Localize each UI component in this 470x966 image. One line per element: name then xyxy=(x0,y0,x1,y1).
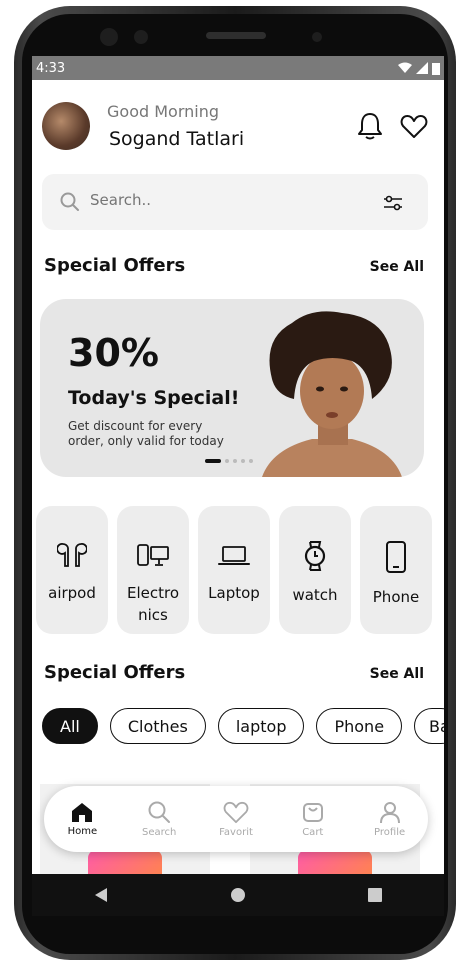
nav-favorite[interactable]: Favorit xyxy=(206,800,266,838)
banner-title: Today's Special! xyxy=(68,387,240,409)
battery-icon xyxy=(432,62,440,75)
see-all-link[interactable]: See All xyxy=(370,666,424,682)
bell-icon xyxy=(358,113,382,140)
user-name: Sogand Tatlari xyxy=(109,128,245,150)
filter-chips: All Clothes laptop Phone Ba xyxy=(42,708,444,744)
home-circle-icon[interactable] xyxy=(230,887,246,903)
category-label: airpod xyxy=(48,584,96,602)
category-list: airpod Electro nics Laptop watch Phone xyxy=(36,506,432,634)
app-screen: 4:33 Good Morning Sogand Tatlari Search.… xyxy=(32,56,444,916)
carousel-dot[interactable] xyxy=(225,459,229,463)
nav-label: Favorit xyxy=(219,827,253,838)
banner-description: Get discount for every order, only valid… xyxy=(68,419,224,448)
category-label: Laptop xyxy=(208,584,260,602)
search-bar xyxy=(42,174,428,230)
phone-icon xyxy=(386,541,406,573)
devices-icon xyxy=(137,544,169,566)
phone-speaker xyxy=(206,32,266,39)
heart-icon xyxy=(400,115,428,138)
category-label: Electro nics xyxy=(126,584,180,624)
signal-icon xyxy=(416,62,428,74)
nav-label: Search xyxy=(142,827,177,838)
section-title: Special Offers xyxy=(44,662,186,683)
carousel-dot[interactable] xyxy=(233,459,237,463)
sensor xyxy=(100,28,118,46)
laptop-icon xyxy=(218,546,250,565)
carousel-dot-active[interactable] xyxy=(205,459,221,463)
chip-phone[interactable]: Phone xyxy=(316,708,403,744)
watch-icon xyxy=(304,541,326,571)
search-icon xyxy=(148,801,171,823)
chip-all[interactable]: All xyxy=(42,708,98,744)
chip-laptop[interactable]: laptop xyxy=(217,708,305,744)
model-photo xyxy=(262,311,402,477)
category-airpod[interactable]: airpod xyxy=(36,506,108,634)
nav-search[interactable]: Search xyxy=(129,800,189,838)
nav-cart[interactable]: Cart xyxy=(283,800,343,838)
status-time: 4:33 xyxy=(36,60,66,76)
nav-home[interactable]: Home xyxy=(52,801,112,837)
heart-icon xyxy=(223,801,249,824)
search-input[interactable] xyxy=(88,190,342,210)
avatar[interactable] xyxy=(42,102,90,150)
sensor xyxy=(134,30,148,44)
greeting-text: Good Morning xyxy=(107,102,219,121)
cart-icon xyxy=(302,803,323,822)
wifi-icon xyxy=(398,62,412,73)
front-camera xyxy=(312,32,322,42)
category-label: watch xyxy=(292,586,338,604)
chip-partial[interactable]: Ba xyxy=(414,708,444,744)
promo-banner[interactable]: 30% Today's Special! Get discount for ev… xyxy=(40,299,424,477)
notifications-button[interactable] xyxy=(354,110,386,142)
system-nav-bar xyxy=(32,874,444,916)
carousel-dot[interactable] xyxy=(249,459,253,463)
filter-sliders-icon xyxy=(384,195,402,211)
carousel-dot[interactable] xyxy=(241,459,245,463)
category-phone[interactable]: Phone xyxy=(360,506,432,634)
search-icon xyxy=(60,192,79,211)
category-electronics[interactable]: Electro nics xyxy=(117,506,189,634)
category-label: Phone xyxy=(372,588,420,606)
status-bar: 4:33 xyxy=(32,56,444,80)
status-icons xyxy=(398,62,440,75)
profile-icon xyxy=(379,802,400,824)
nav-label: Cart xyxy=(302,827,324,838)
chip-clothes[interactable]: Clothes xyxy=(109,708,206,744)
home-icon xyxy=(72,803,93,822)
nav-label: Home xyxy=(67,826,98,837)
category-watch[interactable]: watch xyxy=(279,506,351,634)
bottom-nav: Home Search Favorit Cart Profile xyxy=(44,786,428,852)
discount-percent: 30% xyxy=(68,331,159,375)
wishlist-button[interactable] xyxy=(398,110,430,142)
section-title: Special Offers xyxy=(44,255,186,276)
filter-button[interactable] xyxy=(382,192,404,214)
see-all-link[interactable]: See All xyxy=(370,259,424,275)
recents-icon[interactable] xyxy=(367,887,383,903)
airpods-icon xyxy=(57,543,87,567)
back-icon[interactable] xyxy=(93,887,109,903)
carousel-indicator xyxy=(205,459,253,463)
nav-profile[interactable]: Profile xyxy=(360,800,420,838)
nav-label: Profile xyxy=(374,827,406,838)
category-laptop[interactable]: Laptop xyxy=(198,506,270,634)
